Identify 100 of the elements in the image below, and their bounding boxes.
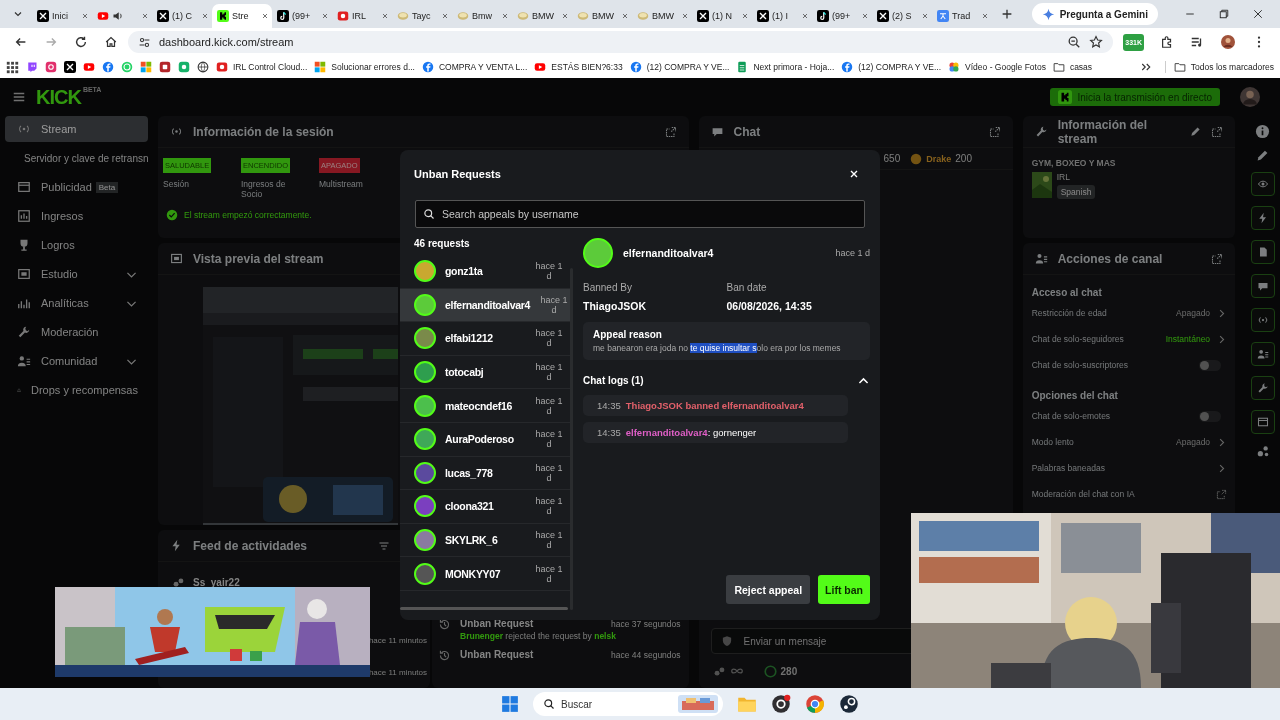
- field-label: Banned By: [583, 282, 633, 293]
- tab[interactable]: BMW: [632, 4, 692, 28]
- leader-name: Drake: [926, 153, 952, 164]
- log-title: Unban Request: [460, 618, 534, 629]
- reject-button[interactable]: Reject appeal: [726, 575, 811, 604]
- address-field[interactable]: dashboard.kick.com/stream: [128, 31, 1114, 53]
- request-item[interactable]: totocabj hace 1 d: [400, 355, 570, 390]
- tab[interactable]: IRL: [332, 4, 392, 28]
- request-item[interactable]: lucas_778 hace 1 d: [400, 456, 570, 491]
- request-item[interactable]: SKYLRK_6 hace 1 d: [400, 523, 570, 558]
- log-message: elfernanditoalvar4: gornenger: [625, 427, 757, 438]
- sidebar-item[interactable]: Estudio: [5, 261, 148, 287]
- field-value: ThiagoJSOK: [583, 300, 647, 312]
- tab[interactable]: Inici: [32, 4, 92, 28]
- panel-title: Feed de actividades: [193, 538, 308, 553]
- sidebar-item[interactable]: Publicidad Beta: [5, 174, 148, 200]
- setting-row[interactable]: Modo lento Apagado: [1022, 429, 1236, 455]
- tab[interactable]: (2) S: [872, 4, 932, 28]
- dialog-title: Unban Requests: [414, 168, 501, 180]
- request-item[interactable]: gonz1ta hace 1 d: [400, 255, 570, 289]
- request-item[interactable]: elfabi1212 hace 1 d: [400, 322, 570, 356]
- bookmark-folder[interactable]: Todos los marcadores: [1164, 61, 1274, 73]
- setting-value: Apagado: [1176, 437, 1211, 447]
- setting-row[interactable]: Chat de solo-seguidores Instantáneo: [1022, 326, 1236, 352]
- bookmark[interactable]: (12) COMPRA Y VE...: [629, 61, 730, 73]
- leader-value: 200: [955, 153, 972, 164]
- bookmark[interactable]: casas: [1052, 61, 1093, 73]
- sidebar-item[interactable]: Drops y recompensas: [5, 377, 148, 403]
- status-message: El stream empezó correctamente.: [184, 210, 312, 220]
- panel-title: Información de la sesión: [193, 124, 334, 139]
- setting-row[interactable]: Chat de solo-suscriptores: [1022, 352, 1236, 378]
- stream-title: GYM, BOXEO Y MAS: [1030, 157, 1117, 170]
- tab[interactable]: (99+: [272, 4, 332, 28]
- bookmark[interactable]: COMPRA Y VENTA L...: [421, 61, 528, 73]
- sidebar-item[interactable]: Comunidad: [5, 348, 148, 374]
- stat-label: Sesión: [163, 179, 190, 189]
- log-time: 14:35: [597, 400, 621, 411]
- category-name[interactable]: IRL: [1056, 172, 1070, 182]
- feed-username: Ss_yair22: [193, 576, 240, 588]
- tab[interactable]: BMW: [512, 4, 572, 28]
- points-value: 280: [780, 665, 798, 677]
- beta-badge: Beta: [95, 181, 119, 193]
- tab[interactable]: BMW: [572, 4, 632, 28]
- log-title: Unban Request: [460, 649, 534, 660]
- tab[interactable]: (1) I: [752, 4, 812, 28]
- setting-row[interactable]: Moderación del chat con IA: [1022, 481, 1236, 507]
- tab[interactable]: Tayc: [392, 4, 452, 28]
- sidebar-item[interactable]: Stream: [5, 116, 148, 142]
- request-item[interactable]: AuraPoderoso hace 1 d: [400, 422, 570, 457]
- reason-label: Appeal reason: [593, 329, 663, 340]
- gemini-button[interactable]: Pregunta a Gemini: [1031, 3, 1158, 25]
- section-heading: Chat logs (1): [583, 375, 644, 386]
- tab[interactable]: Bmw: [452, 4, 512, 28]
- setting-row[interactable]: Chat de solo-emotes: [1022, 403, 1236, 429]
- panel-title: Acciones de canal: [1057, 251, 1163, 266]
- bookmark[interactable]: Next primora - Hoja...: [736, 61, 835, 73]
- tab[interactable]: Trad: [932, 4, 992, 28]
- sidebar-item[interactable]: Analíticas: [5, 290, 148, 316]
- request-count: 46 requests: [413, 238, 471, 251]
- setting-row[interactable]: Restricción de edad Apagado: [1022, 300, 1236, 326]
- language-tag: Spanish: [1056, 185, 1096, 199]
- bookmark[interactable]: IRL Control Cloud...: [216, 61, 308, 73]
- leader-value: 650: [883, 153, 901, 164]
- username: elfernanditoalvar4: [623, 247, 714, 259]
- request-time: hace 1 d: [835, 248, 870, 258]
- sidebar-item[interactable]: Moderación: [5, 319, 148, 345]
- tab[interactable]: Stre: [212, 4, 272, 28]
- bookmark[interactable]: Solucionar errores d...: [314, 61, 415, 73]
- log-message: ThiagoJSOK banned elfernanditoalvar4: [625, 400, 804, 411]
- bookmark[interactable]: (12) COMPRA Y VE...: [841, 61, 942, 73]
- setting-value: Instantáneo: [1165, 334, 1211, 344]
- log-time: hace 44 segundos: [611, 649, 681, 660]
- log-time: hace 37 segundos: [611, 618, 681, 629]
- request-item[interactable]: elfernanditoalvar4 hace 1 d: [400, 288, 570, 323]
- request-item[interactable]: cloona321 hace 1 d: [400, 490, 570, 524]
- bookmark[interactable]: Vídeo - Google Fotos: [948, 61, 1046, 73]
- search-field[interactable]: Search appeals by username: [415, 200, 865, 228]
- feed-time: hace 11 minutos: [368, 667, 427, 677]
- request-item[interactable]: MONKYY07 hace 1 d: [400, 557, 570, 591]
- section-heading: Acceso al chat: [1030, 286, 1103, 300]
- field-label: Ban date: [726, 282, 768, 293]
- section-heading: Opciones del chat: [1030, 389, 1119, 403]
- panel-title: Información del stream: [1057, 117, 1149, 146]
- sidebar-item[interactable]: Ingresos: [5, 203, 148, 229]
- sidebar-item[interactable]: Servidor y clave de retransn: [5, 145, 148, 171]
- request-item[interactable]: mateocndef16 hace 1 d: [400, 389, 570, 423]
- panel-title: Chat: [733, 124, 761, 139]
- lift-ban-button[interactable]: Lift ban: [818, 575, 870, 604]
- panel-title: Vista previa del stream: [193, 251, 324, 266]
- bookmark[interactable]: ESTÁS BIEN?6:33: [534, 61, 623, 73]
- setting-value: Apagado: [1176, 308, 1211, 318]
- field-value: 06/08/2026, 14:35: [726, 300, 813, 312]
- log-detail: Brunenger rejected the request by nelsk: [460, 631, 617, 641]
- tab[interactable]: (1) C: [152, 4, 212, 28]
- tab[interactable]: (1) N: [692, 4, 752, 28]
- setting-row[interactable]: Palabras baneadas: [1022, 455, 1236, 481]
- stat-label: Multistream: [319, 179, 364, 189]
- log-time: 14:35: [597, 427, 621, 438]
- sidebar-item[interactable]: Logros: [5, 232, 148, 258]
- tab[interactable]: (99+: [812, 4, 872, 28]
